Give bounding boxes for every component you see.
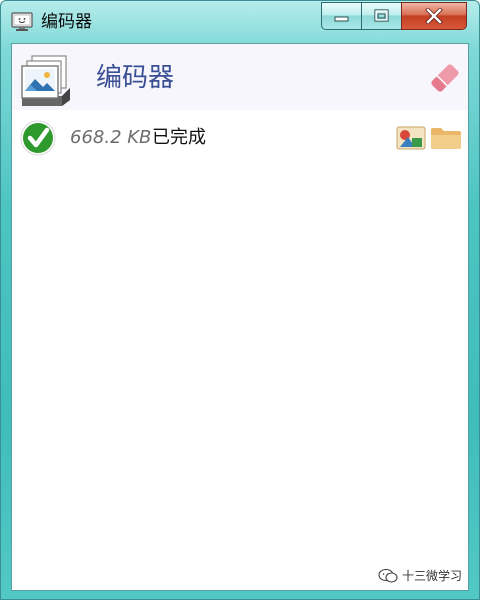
header-title: 编码器 [96,63,175,93]
window-title: 编码器 [41,12,92,32]
header-bar: 编码器 [12,44,468,110]
image-stack-icon [21,55,70,106]
minimize-button[interactable] [321,2,361,30]
folder-icon[interactable] [430,126,462,150]
maximize-icon [373,9,389,22]
watermark: 十三微学习 [378,567,462,584]
close-button[interactable] [401,2,467,30]
client-area: 编码器 668.2 KB 已完成 十三微学习 [11,43,469,591]
watermark-text: 十三微学习 [401,569,462,583]
title-bar[interactable]: 编码器 [1,1,479,43]
list-item: 668.2 KB 已完成 [12,116,468,160]
caption-buttons [321,2,467,30]
monitor-icon [11,12,33,31]
status-text: 已完成 [152,127,206,148]
maximize-button[interactable] [361,2,401,30]
file-size: 668.2 KB [70,127,152,148]
image-icon[interactable] [396,126,426,150]
wechat-icon [378,568,398,583]
app-window: 编码器 编码器 668.2 KB 已完成 十三微学习 [0,0,480,600]
eraser-icon[interactable] [428,61,462,95]
check-icon [20,120,56,156]
close-icon [425,8,443,24]
minimize-icon [334,16,348,22]
